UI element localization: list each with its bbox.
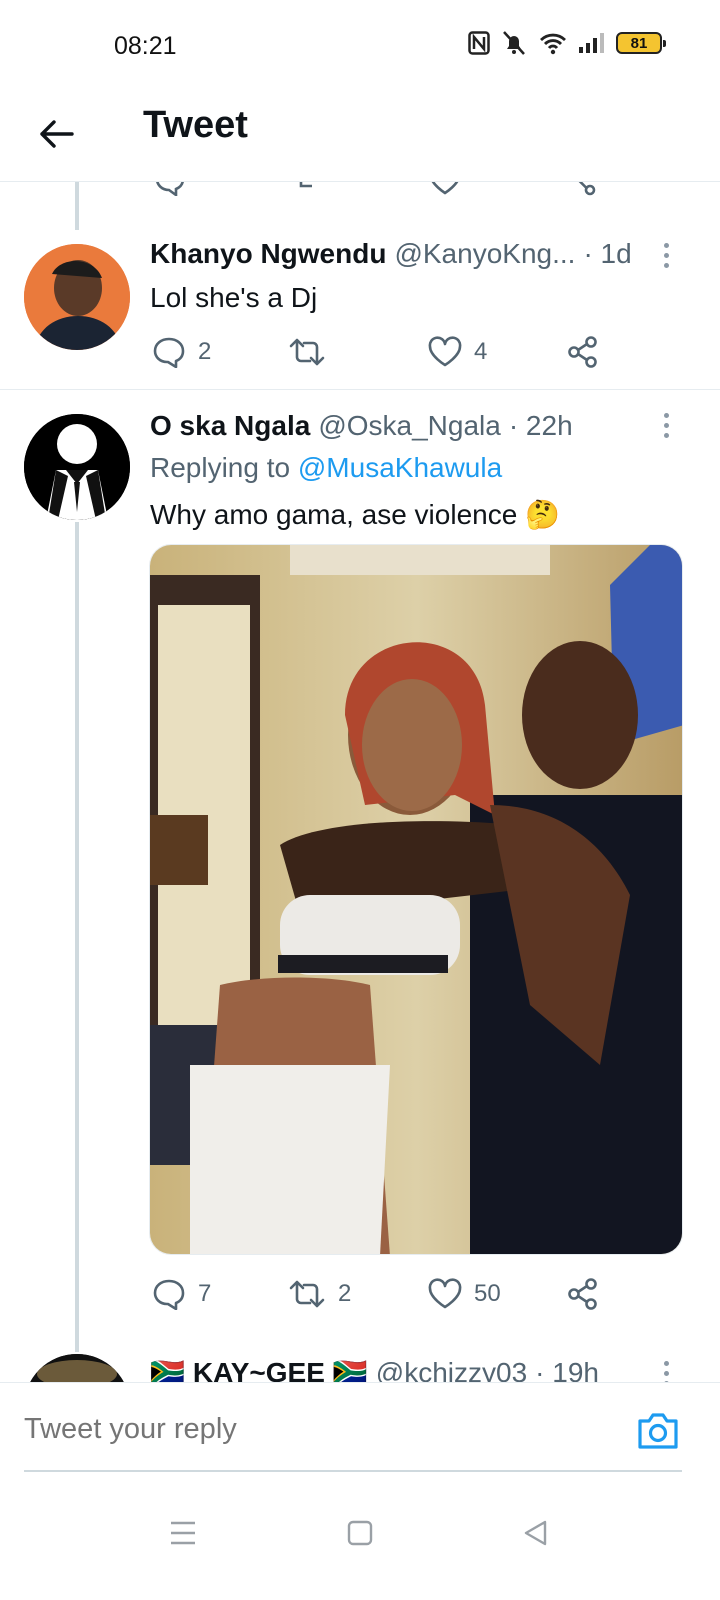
tweet-text: Lol she's a Dj bbox=[150, 282, 318, 313]
speech-bubble-icon bbox=[153, 337, 185, 368]
share-icon[interactable] bbox=[566, 182, 598, 196]
tweet-time: · 22h bbox=[508, 410, 573, 441]
status-time: 08:21 bbox=[114, 32, 177, 60]
tweet-header: Khanyo Ngwendu @KanyoKng... · 1d bbox=[150, 238, 660, 270]
top-header: Tweet bbox=[0, 90, 720, 182]
display-name[interactable]: KAY~GEE bbox=[193, 1357, 325, 1382]
share-button[interactable] bbox=[566, 1274, 600, 1314]
reply-count: 7 bbox=[198, 1280, 212, 1307]
system-nav-bar bbox=[0, 1478, 720, 1600]
previous-tweet-actions bbox=[150, 182, 630, 196]
like-button[interactable]: 4 bbox=[428, 332, 487, 372]
nav-home-button[interactable] bbox=[330, 1508, 390, 1558]
thread-line bbox=[75, 182, 79, 230]
user-handle[interactable]: @Oska_Ngala bbox=[318, 410, 501, 442]
reply-composer bbox=[0, 1382, 720, 1478]
menu-lines-icon bbox=[171, 1521, 195, 1545]
status-bar: 08:21 81 bbox=[0, 0, 720, 90]
tweet-actions: 7 2 50 bbox=[150, 1274, 630, 1314]
retweet-button[interactable] bbox=[288, 332, 338, 372]
avatar[interactable] bbox=[24, 1354, 130, 1382]
tweet-time: · 19h bbox=[535, 1357, 599, 1382]
share-icon bbox=[568, 1278, 597, 1310]
retweet-button[interactable]: 2 bbox=[288, 1274, 351, 1314]
heart-icon bbox=[428, 336, 462, 367]
share-button[interactable] bbox=[566, 332, 600, 372]
like-count: 4 bbox=[474, 338, 488, 365]
avatar[interactable] bbox=[24, 244, 130, 350]
like-count: 50 bbox=[474, 1280, 501, 1307]
signal-icon bbox=[579, 33, 604, 53]
tweet-item[interactable]: 🇿🇦 KAY~GEE 🇿🇦 @kchizzy03 · 19h bbox=[0, 1350, 720, 1382]
tweet-item[interactable]: O ska Ngala @Oska_Ngala · 22h Replying t… bbox=[0, 390, 720, 1350]
avatar-image bbox=[24, 1354, 130, 1382]
back-button[interactable] bbox=[30, 108, 82, 160]
page-title: Tweet bbox=[143, 104, 248, 146]
avatar-image bbox=[24, 414, 130, 520]
more-options-button[interactable] bbox=[656, 408, 676, 442]
nav-back-button[interactable] bbox=[506, 1508, 566, 1558]
triangle-back-icon bbox=[524, 1520, 547, 1546]
heart-icon[interactable] bbox=[428, 182, 462, 196]
speech-bubble-icon bbox=[153, 1279, 185, 1310]
replying-to: Replying to @MusaKhawula bbox=[150, 452, 502, 484]
tweet-header: 🇿🇦 KAY~GEE 🇿🇦 @kchizzy03 · 19h bbox=[150, 1356, 660, 1382]
mute-bell-icon bbox=[503, 31, 525, 55]
flag-emoji: 🇿🇦 bbox=[150, 1357, 185, 1382]
replying-to-handle-link[interactable]: @MusaKhawula bbox=[298, 452, 502, 483]
user-handle[interactable]: @kchizzy03 bbox=[376, 1357, 527, 1382]
more-options-button[interactable] bbox=[656, 238, 676, 272]
tweet-actions: 2 4 bbox=[150, 332, 630, 372]
battery-indicator: 81 bbox=[616, 32, 666, 54]
arrow-left-icon bbox=[40, 120, 74, 148]
replying-to-label: Replying to bbox=[150, 452, 291, 483]
reply-input-underline bbox=[24, 1470, 682, 1472]
camera-icon bbox=[638, 1413, 678, 1449]
user-handle[interactable]: @KanyoKng... bbox=[394, 238, 575, 270]
reply-count: 2 bbox=[198, 338, 212, 365]
video-frame-image bbox=[150, 545, 682, 1254]
reply-button[interactable]: 7 bbox=[152, 1274, 211, 1314]
like-button[interactable]: 50 bbox=[428, 1274, 501, 1314]
tweet-video-thumbnail[interactable] bbox=[149, 544, 683, 1255]
reply-button[interactable]: 2 bbox=[152, 332, 211, 372]
display-name[interactable]: O ska Ngala bbox=[150, 410, 310, 442]
reply-input[interactable] bbox=[24, 1413, 584, 1446]
nfc-icon bbox=[468, 31, 490, 55]
status-icons: 81 bbox=[468, 30, 666, 56]
more-options-button[interactable] bbox=[656, 1356, 676, 1382]
wifi-icon bbox=[540, 33, 566, 55]
tweet-header: O ska Ngala @Oska_Ngala · 22h bbox=[150, 410, 660, 442]
battery-level: 81 bbox=[630, 34, 648, 52]
heart-icon bbox=[428, 1278, 462, 1309]
flag-emoji: 🇿🇦 bbox=[332, 1357, 368, 1382]
avatar-image bbox=[24, 244, 130, 350]
tweet-feed[interactable]: Khanyo Ngwendu @KanyoKng... · 1d Lol she… bbox=[0, 182, 720, 1382]
retweet-icon bbox=[289, 338, 325, 366]
avatar[interactable] bbox=[24, 414, 130, 520]
camera-button[interactable] bbox=[636, 1411, 680, 1451]
display-name[interactable]: Khanyo Ngwendu bbox=[150, 238, 386, 270]
retweet-icon[interactable] bbox=[292, 182, 328, 196]
retweet-icon bbox=[289, 1280, 325, 1308]
share-icon bbox=[568, 336, 597, 368]
nav-menu-button[interactable] bbox=[153, 1508, 213, 1558]
tweet-text: Why amo gama, ase violence 🤔 bbox=[150, 499, 560, 530]
tweet-item[interactable]: Khanyo Ngwendu @KanyoKng... · 1d Lol she… bbox=[0, 230, 720, 390]
tweet-time: · 1d bbox=[583, 238, 632, 269]
retweet-count: 2 bbox=[338, 1280, 352, 1307]
speech-bubble-icon[interactable] bbox=[154, 182, 186, 196]
square-home-icon bbox=[347, 1520, 373, 1546]
